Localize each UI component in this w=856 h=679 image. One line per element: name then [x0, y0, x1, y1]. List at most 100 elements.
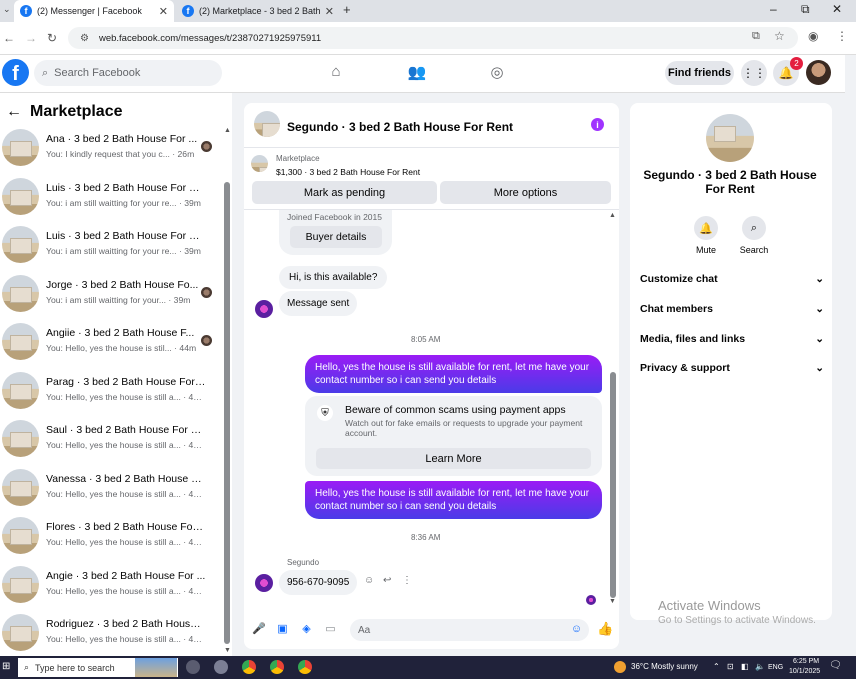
- outgoing-message-bubble[interactable]: Hello, yes the house is still available …: [305, 481, 602, 519]
- notification-center-icon[interactable]: 🗨: [829, 660, 842, 671]
- forward-icon[interactable]: →: [25, 31, 37, 45]
- back-icon[interactable]: ←: [3, 31, 15, 45]
- conversation-item[interactable]: Parag · 3 bed 2 Bath House For ... You: H…: [0, 366, 220, 414]
- listing-avatar[interactable]: [706, 114, 754, 162]
- scroll-up-icon[interactable]: ▲: [609, 212, 616, 219]
- menu-grid-button[interactable]: ⋮⋮: [741, 60, 767, 86]
- site-info-icon[interactable]: ⚙: [80, 33, 89, 44]
- scroll-down-icon[interactable]: ▼: [224, 647, 231, 654]
- message-bubble[interactable]: Hi, is this available?: [279, 266, 388, 289]
- friends-icon[interactable]: 👥: [406, 63, 428, 85]
- message-bubble[interactable]: 956-670-9095: [279, 570, 358, 595]
- microphone-icon[interactable]: 🎤: [252, 623, 266, 636]
- conversation-item[interactable]: Vanessa · 3 bed 2 Bath House Fo... You: H…: [0, 463, 220, 511]
- windows-start-icon[interactable]: ⊞: [2, 661, 10, 672]
- account-avatar[interactable]: [806, 60, 831, 85]
- conversation-item[interactable]: Luis · 3 bed 2 Bath House For Re... You: …: [0, 220, 220, 268]
- find-friends-button[interactable]: Find friends: [665, 61, 734, 85]
- back-arrow-icon[interactable]: ←: [6, 103, 22, 121]
- search-input[interactable]: ⌕ Search Facebook: [34, 60, 222, 86]
- chat-members-option[interactable]: Chat members ⌄: [640, 303, 824, 315]
- search-icon: ⌕: [742, 216, 766, 240]
- tray-icon[interactable]: ◧: [741, 662, 749, 671]
- restore-button[interactable]: ⧉: [801, 2, 810, 17]
- emoji-icon[interactable]: ☺: [570, 623, 583, 636]
- gif-icon[interactable]: ▭: [324, 623, 337, 636]
- conversation-item[interactable]: Luis · 3 bed 2 Bath House For Re... You: …: [0, 172, 220, 220]
- scroll-up-icon[interactable]: ▲: [224, 127, 231, 134]
- close-tab-icon[interactable]: ✕: [159, 5, 168, 18]
- groups-icon[interactable]: ◎: [486, 63, 508, 85]
- task-view-icon[interactable]: [186, 660, 200, 674]
- reply-icon[interactable]: ↩: [383, 575, 391, 586]
- close-tab-icon[interactable]: ✕: [325, 5, 334, 18]
- bookmark-star-icon[interactable]: ☆: [774, 29, 785, 43]
- media-files-option[interactable]: Media, files and links ⌄: [640, 333, 824, 345]
- minimize-button[interactable]: –: [770, 2, 777, 16]
- conversation-item[interactable]: Angiie · 3 bed 2 Bath House F... You: Hel…: [0, 317, 220, 365]
- sticker-icon[interactable]: ◈: [300, 623, 313, 636]
- chrome-icon[interactable]: [270, 660, 284, 674]
- home-icon[interactable]: ⌂: [325, 63, 347, 85]
- chrome-icon[interactable]: [298, 660, 312, 674]
- profile-icon[interactable]: ◉: [808, 29, 818, 43]
- sender-avatar[interactable]: [255, 300, 273, 318]
- app-icon[interactable]: [214, 660, 228, 674]
- tab-marketplace[interactable]: f (2) Marketplace - 3 bed 2 Bath ✕: [176, 0, 340, 22]
- conversation-preview: You: I kindly request that you c... · 26…: [46, 149, 195, 159]
- browser-menu-icon[interactable]: ⋮: [836, 29, 848, 43]
- learn-more-button[interactable]: Learn More: [316, 448, 591, 469]
- install-app-icon[interactable]: ⧉: [752, 30, 760, 43]
- chevron-down-icon: ⌄: [815, 333, 824, 345]
- sidebar-scrollbar[interactable]: [224, 182, 230, 644]
- conversation-item[interactable]: Ana · 3 bed 2 Bath House For ... You: I k…: [0, 123, 220, 171]
- tab-list-chevron-icon[interactable]: ⌄: [3, 4, 11, 15]
- customize-chat-option[interactable]: Customize chat ⌄: [640, 273, 824, 285]
- facebook-favicon-icon: f: [20, 5, 32, 17]
- conversation-item[interactable]: Angie · 3 bed 2 Bath House For ... You: H…: [0, 560, 220, 608]
- message-input[interactable]: Aa: [350, 619, 589, 641]
- buyer-details-button[interactable]: Buyer details: [290, 226, 382, 248]
- search-action[interactable]: ⌕ Search: [734, 216, 774, 255]
- close-window-button[interactable]: ✕: [832, 2, 842, 16]
- conversation-name: Angie · 3 bed 2 Bath House For ...: [46, 569, 206, 582]
- speaker-icon[interactable]: 🔈: [755, 662, 765, 671]
- listing-thumbnail: [2, 565, 39, 603]
- conversation-item[interactable]: Rodriguez · 3 bed 2 Bath House ... You: H…: [0, 608, 220, 656]
- chrome-icon[interactable]: [242, 660, 256, 674]
- reload-icon[interactable]: ↻: [47, 31, 57, 45]
- privacy-support-option[interactable]: Privacy & support ⌄: [640, 362, 824, 374]
- mute-action[interactable]: 🔔 Mute: [686, 216, 726, 255]
- weather-text[interactable]: 36°C Mostly sunny: [631, 662, 698, 671]
- outgoing-message-bubble[interactable]: Hello, yes the house is still available …: [305, 355, 602, 393]
- more-icon[interactable]: ⋮: [402, 575, 412, 586]
- clock-date[interactable]: 10/1/2025: [789, 668, 820, 675]
- listing-price-title[interactable]: $1,300 · 3 bed 2 Bath House For Rent: [276, 167, 420, 177]
- facebook-logo[interactable]: f: [2, 59, 29, 86]
- listing-thumbnail: [2, 226, 39, 263]
- react-icon[interactable]: ☺: [364, 575, 374, 586]
- tray-chevron-icon[interactable]: ⌃: [713, 662, 720, 671]
- info-icon[interactable]: i: [591, 118, 604, 131]
- new-tab-icon[interactable]: +: [343, 2, 351, 17]
- conversation-item[interactable]: Saul · 3 bed 2 Bath House For R... You: H…: [0, 414, 220, 462]
- mark-as-pending-button[interactable]: Mark as pending: [252, 181, 437, 204]
- listing-thumbnail[interactable]: [254, 111, 280, 137]
- conversation-item[interactable]: Flores · 3 bed 2 Bath House For ... You: …: [0, 511, 220, 559]
- sender-avatar[interactable]: [255, 574, 273, 592]
- url-field[interactable]: ⚙ web.facebook.com/messages/t/2387027192…: [68, 27, 798, 49]
- photo-icon[interactable]: ▣: [276, 623, 289, 636]
- clock-time[interactable]: 6:25 PM: [793, 658, 819, 665]
- message-bubble[interactable]: Message sent: [279, 291, 358, 316]
- more-options-button[interactable]: More options: [440, 181, 611, 204]
- thumbs-up-icon[interactable]: 👍: [597, 622, 613, 635]
- tab-messenger[interactable]: f (2) Messenger | Facebook ✕: [14, 0, 174, 22]
- tray-icon[interactable]: ⊡: [727, 662, 734, 671]
- language-indicator[interactable]: ENG: [768, 664, 783, 671]
- listing-thumbnail-small[interactable]: [251, 155, 268, 172]
- conversation-item[interactable]: Jorge · 3 bed 2 Bath House Fo... You: i a…: [0, 269, 220, 317]
- chat-scrollbar[interactable]: [610, 372, 616, 598]
- chat-title[interactable]: Segundo · 3 bed 2 Bath House For Rent: [287, 120, 513, 134]
- scroll-down-icon[interactable]: ▼: [609, 598, 616, 605]
- scam-warning-title: Beware of common scams using payment app…: [345, 404, 566, 416]
